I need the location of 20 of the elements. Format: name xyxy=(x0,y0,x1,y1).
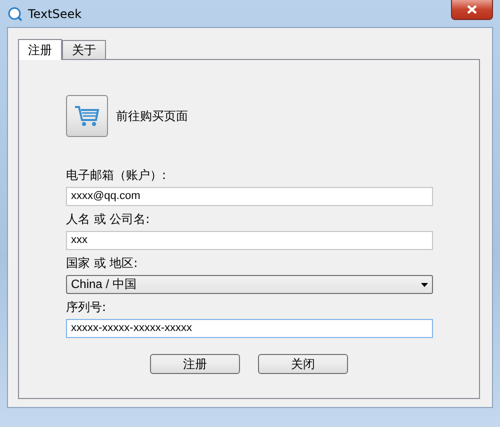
input-field[interactable]: xxxxx-xxxxx-xxxxx-xxxxx xyxy=(66,319,433,338)
window-title: TextSeek xyxy=(28,6,82,20)
magnifier-icon xyxy=(8,6,22,20)
dialog-button[interactable]: 注册 xyxy=(150,354,240,374)
input-field[interactable]: xxxx@qq.com xyxy=(66,187,433,206)
tab[interactable]: 注册 xyxy=(18,39,62,60)
field-label: 电子邮箱（账户）: xyxy=(66,168,168,182)
field-label: 人名 或 公司名: xyxy=(66,212,151,226)
field-label: 国家 或 地区: xyxy=(66,256,139,270)
cart-button[interactable] xyxy=(66,95,108,137)
input-field[interactable]: xxx xyxy=(66,231,433,250)
dropdown-arrow-icon xyxy=(421,282,428,286)
field-label: 序列号: xyxy=(66,300,108,314)
close-button[interactable] xyxy=(451,0,493,20)
country-dropdown[interactable]: China / 中国 xyxy=(66,275,433,294)
dialog-button[interactable]: 关闭 xyxy=(258,354,348,374)
cart-icon xyxy=(74,104,100,128)
tab[interactable]: 关于 xyxy=(62,40,106,59)
close-icon xyxy=(467,5,477,14)
buy-page-link[interactable]: 前往购买页面 xyxy=(116,108,188,124)
